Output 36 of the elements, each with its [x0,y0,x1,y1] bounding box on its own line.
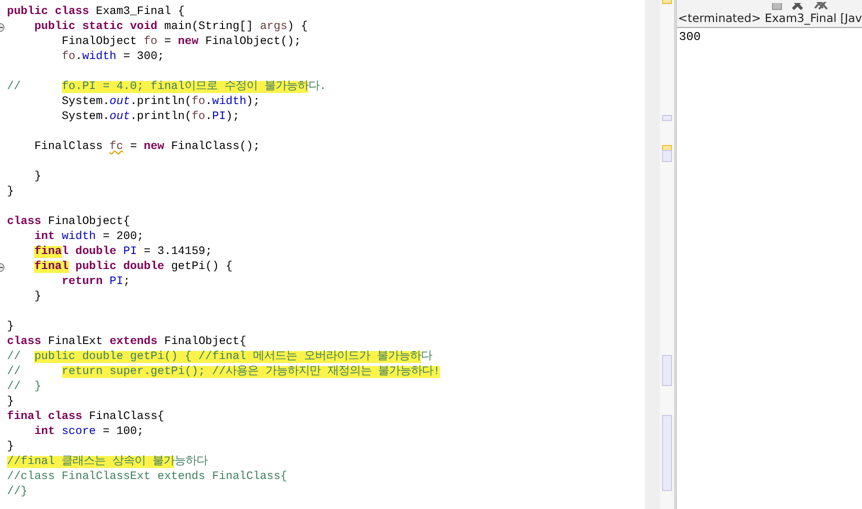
close-all-icon[interactable] [814,2,828,10]
ruler-mark[interactable] [662,150,672,162]
code-line: // public double getPi() { //final 메서드는 오버라이드가 불가능하다 [7,350,432,365]
code-line: final double PI = 3.14159; [33,245,212,260]
code-line: //class FinalClassExt extends FinalClass{ [7,470,288,485]
code-line: fo.width = 300; [60,50,164,65]
code-line: System.out.println(fo.width); [60,95,260,110]
code-line: } [7,440,14,455]
ruler-mark[interactable] [662,415,672,491]
code-line: class FinalObject{ [7,215,130,230]
code-line: class FinalExt extends FinalObject{ [7,335,246,350]
fold-icon[interactable] [0,263,6,272]
code-line: //} [7,485,28,500]
code-line: final public double getPi() { [33,260,233,275]
code-line: public class Exam3_Final { [7,5,185,20]
code-line: } [7,320,14,335]
code-line: int score = 100; [33,425,144,440]
code-line: } [7,395,14,410]
close-icon[interactable] [792,3,804,10]
code-line: return PI; [60,275,130,290]
code-line: } [33,170,42,185]
console-output: 300 [678,29,702,46]
ruler-mark[interactable] [662,355,672,386]
code-line: // } [7,380,42,395]
code-line: public static void main(String[] args) { [33,20,308,35]
code-line: System.out.println(fo.PI); [60,110,240,125]
code-line: final class FinalClass{ [7,410,164,425]
console-title: <terminated> Exam3_Final [Jav [677,10,862,28]
code-line: } [7,185,14,200]
code-line: FinalClass fc = new FinalClass(); [33,140,260,155]
code-line: // return super.getPi(); //사용은 가능하지만 재정의는 불가능하다! [7,365,440,380]
ruler-mark[interactable] [662,115,672,121]
fold-icon[interactable] [0,23,6,32]
code-line: } [33,290,42,305]
code-line: int width = 200; [33,230,144,245]
code-line: FinalObject fo = new FinalObject(); [60,35,301,50]
